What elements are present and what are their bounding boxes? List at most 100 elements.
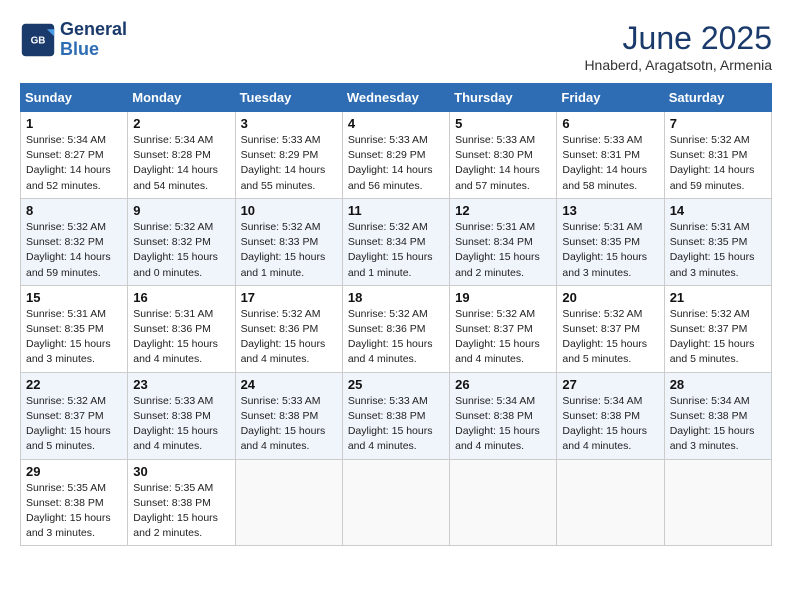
calendar-cell: 20Sunrise: 5:32 AMSunset: 8:37 PMDayligh… (557, 285, 664, 372)
calendar-cell: 23 Sunrise: 5:33 AMSunset: 8:38 PMDayligh… (128, 372, 235, 459)
day-info: Sunrise: 5:33 AMSunset: 8:29 PMDaylight:… (241, 133, 337, 194)
calendar-cell: 2 Sunrise: 5:34 AMSunset: 8:28 PMDaylight… (128, 112, 235, 199)
calendar-cell: 5 Sunrise: 5:33 AMSunset: 8:30 PMDaylight… (450, 112, 557, 199)
day-number: 28 (670, 377, 766, 392)
calendar-cell: 7 Sunrise: 5:32 AMSunset: 8:31 PMDaylight… (664, 112, 771, 199)
day-number: 2 (133, 116, 229, 131)
day-number: 15 (26, 290, 122, 305)
calendar-cell: 22 Sunrise: 5:32 AMSunset: 8:37 PMDayligh… (21, 372, 128, 459)
page-header: GB General Blue June 2025 Hnaberd, Araga… (20, 20, 772, 73)
day-number: 5 (455, 116, 551, 131)
day-number: 4 (348, 116, 444, 131)
weekday-header-saturday: Saturday (664, 84, 771, 112)
day-info: Sunrise: 5:31 AMSunset: 8:35 PMDaylight:… (26, 307, 122, 368)
day-number: 19 (455, 290, 551, 305)
day-number: 11 (348, 203, 444, 218)
calendar-cell: 9Sunrise: 5:32 AMSunset: 8:32 PMDaylight… (128, 198, 235, 285)
calendar-week-row: 15 Sunrise: 5:31 AMSunset: 8:35 PMDayligh… (21, 285, 772, 372)
day-info: Sunrise: 5:34 AMSunset: 8:38 PMDaylight:… (562, 394, 658, 455)
calendar-cell: 12Sunrise: 5:31 AMSunset: 8:34 PMDayligh… (450, 198, 557, 285)
calendar-cell (450, 459, 557, 546)
day-info: Sunrise: 5:33 AMSunset: 8:38 PMDaylight:… (241, 394, 337, 455)
day-info: Sunrise: 5:32 AMSunset: 8:36 PMDaylight:… (348, 307, 444, 368)
weekday-header-thursday: Thursday (450, 84, 557, 112)
logo: GB General Blue (20, 20, 127, 60)
day-info: Sunrise: 5:34 AMSunset: 8:27 PMDaylight:… (26, 133, 122, 194)
day-number: 1 (26, 116, 122, 131)
day-number: 22 (26, 377, 122, 392)
calendar-cell: 28 Sunrise: 5:34 AMSunset: 8:38 PMDayligh… (664, 372, 771, 459)
day-info: Sunrise: 5:32 AMSunset: 8:33 PMDaylight:… (241, 220, 337, 281)
weekday-header-row: SundayMondayTuesdayWednesdayThursdayFrid… (21, 84, 772, 112)
day-info: Sunrise: 5:31 AMSunset: 8:35 PMDaylight:… (562, 220, 658, 281)
day-number: 16 (133, 290, 229, 305)
calendar-cell: 26 Sunrise: 5:34 AMSunset: 8:38 PMDayligh… (450, 372, 557, 459)
weekday-header-monday: Monday (128, 84, 235, 112)
day-number: 23 (133, 377, 229, 392)
day-number: 24 (241, 377, 337, 392)
calendar-cell: 14 Sunrise: 5:31 AMSunset: 8:35 PMDayligh… (664, 198, 771, 285)
day-info: Sunrise: 5:32 AMSunset: 8:31 PMDaylight:… (670, 133, 766, 194)
day-info: Sunrise: 5:33 AMSunset: 8:29 PMDaylight:… (348, 133, 444, 194)
day-info: Sunrise: 5:33 AMSunset: 8:38 PMDaylight:… (133, 394, 229, 455)
calendar-cell: 15 Sunrise: 5:31 AMSunset: 8:35 PMDayligh… (21, 285, 128, 372)
calendar-cell: 16 Sunrise: 5:31 AMSunset: 8:36 PMDayligh… (128, 285, 235, 372)
calendar-cell: 11Sunrise: 5:32 AMSunset: 8:34 PMDayligh… (342, 198, 449, 285)
calendar-cell: 1 Sunrise: 5:34 AMSunset: 8:27 PMDaylight… (21, 112, 128, 199)
logo-line1: General (60, 19, 127, 39)
day-info: Sunrise: 5:34 AMSunset: 8:38 PMDaylight:… (455, 394, 551, 455)
calendar-cell: 4 Sunrise: 5:33 AMSunset: 8:29 PMDaylight… (342, 112, 449, 199)
logo-text: General Blue (60, 20, 127, 60)
day-number: 18 (348, 290, 444, 305)
weekday-header-sunday: Sunday (21, 84, 128, 112)
day-info: Sunrise: 5:32 AMSunset: 8:37 PMDaylight:… (562, 307, 658, 368)
calendar-title: June 2025 (584, 20, 772, 57)
day-info: Sunrise: 5:33 AMSunset: 8:30 PMDaylight:… (455, 133, 551, 194)
title-area: June 2025 Hnaberd, Aragatsotn, Armenia (584, 20, 772, 73)
calendar-cell (664, 459, 771, 546)
day-info: Sunrise: 5:32 AMSunset: 8:32 PMDaylight:… (133, 220, 229, 281)
day-info: Sunrise: 5:32 AMSunset: 8:32 PMDaylight:… (26, 220, 122, 281)
weekday-header-friday: Friday (557, 84, 664, 112)
day-info: Sunrise: 5:33 AMSunset: 8:38 PMDaylight:… (348, 394, 444, 455)
calendar-cell: 24 Sunrise: 5:33 AMSunset: 8:38 PMDayligh… (235, 372, 342, 459)
day-number: 8 (26, 203, 122, 218)
day-number: 27 (562, 377, 658, 392)
calendar-cell (557, 459, 664, 546)
calendar-cell: 27 Sunrise: 5:34 AMSunset: 8:38 PMDayligh… (557, 372, 664, 459)
day-info: Sunrise: 5:34 AMSunset: 8:38 PMDaylight:… (670, 394, 766, 455)
calendar-cell: 18 Sunrise: 5:32 AMSunset: 8:36 PMDayligh… (342, 285, 449, 372)
day-number: 26 (455, 377, 551, 392)
calendar-cell: 8 Sunrise: 5:32 AMSunset: 8:32 PMDaylight… (21, 198, 128, 285)
calendar-cell: 17Sunrise: 5:32 AMSunset: 8:36 PMDayligh… (235, 285, 342, 372)
day-number: 25 (348, 377, 444, 392)
day-info: Sunrise: 5:32 AMSunset: 8:37 PMDaylight:… (26, 394, 122, 455)
day-info: Sunrise: 5:31 AMSunset: 8:35 PMDaylight:… (670, 220, 766, 281)
calendar-cell: 29 Sunrise: 5:35 AMSunset: 8:38 PMDayligh… (21, 459, 128, 546)
calendar-week-row: 1 Sunrise: 5:34 AMSunset: 8:27 PMDaylight… (21, 112, 772, 199)
weekday-header-wednesday: Wednesday (342, 84, 449, 112)
calendar-cell: 6 Sunrise: 5:33 AMSunset: 8:31 PMDaylight… (557, 112, 664, 199)
calendar-cell: 10 Sunrise: 5:32 AMSunset: 8:33 PMDayligh… (235, 198, 342, 285)
day-info: Sunrise: 5:35 AMSunset: 8:38 PMDaylight:… (26, 481, 122, 542)
day-info: Sunrise: 5:34 AMSunset: 8:28 PMDaylight:… (133, 133, 229, 194)
day-number: 14 (670, 203, 766, 218)
logo-icon: GB (20, 22, 56, 58)
calendar-cell: 30Sunrise: 5:35 AMSunset: 8:38 PMDayligh… (128, 459, 235, 546)
calendar-week-row: 29 Sunrise: 5:35 AMSunset: 8:38 PMDayligh… (21, 459, 772, 546)
calendar-week-row: 22 Sunrise: 5:32 AMSunset: 8:37 PMDayligh… (21, 372, 772, 459)
day-info: Sunrise: 5:31 AMSunset: 8:36 PMDaylight:… (133, 307, 229, 368)
day-number: 29 (26, 464, 122, 479)
weekday-header-tuesday: Tuesday (235, 84, 342, 112)
day-number: 10 (241, 203, 337, 218)
day-number: 12 (455, 203, 551, 218)
calendar-cell: 13 Sunrise: 5:31 AMSunset: 8:35 PMDayligh… (557, 198, 664, 285)
day-info: Sunrise: 5:32 AMSunset: 8:36 PMDaylight:… (241, 307, 337, 368)
day-number: 6 (562, 116, 658, 131)
calendar-week-row: 8 Sunrise: 5:32 AMSunset: 8:32 PMDaylight… (21, 198, 772, 285)
day-number: 30 (133, 464, 229, 479)
day-number: 13 (562, 203, 658, 218)
calendar-cell: 21Sunrise: 5:32 AMSunset: 8:37 PMDayligh… (664, 285, 771, 372)
day-info: Sunrise: 5:33 AMSunset: 8:31 PMDaylight:… (562, 133, 658, 194)
day-number: 7 (670, 116, 766, 131)
